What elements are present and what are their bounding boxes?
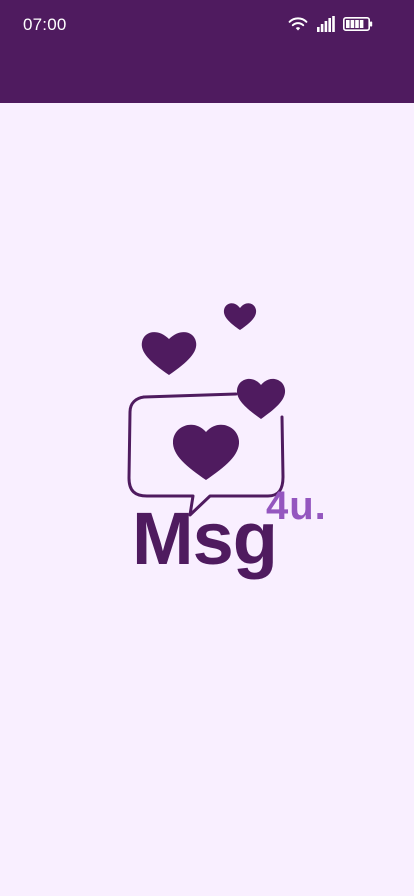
heart-icon xyxy=(223,303,257,330)
heart-icon xyxy=(141,332,197,375)
heart-icon xyxy=(236,378,286,419)
logo-wordmark: Msg xyxy=(132,497,278,580)
signal-icon xyxy=(317,16,335,32)
app-logo: Msg 4u. xyxy=(120,290,350,600)
status-bar: 07:00 xyxy=(0,0,414,50)
status-time: 07:00 xyxy=(23,15,67,34)
heart-icon xyxy=(172,424,240,480)
battery-icon xyxy=(343,16,373,31)
logo-suffix: 4u. xyxy=(266,484,327,528)
wifi-icon xyxy=(288,17,308,31)
app-bar: 07:00 xyxy=(0,0,414,103)
